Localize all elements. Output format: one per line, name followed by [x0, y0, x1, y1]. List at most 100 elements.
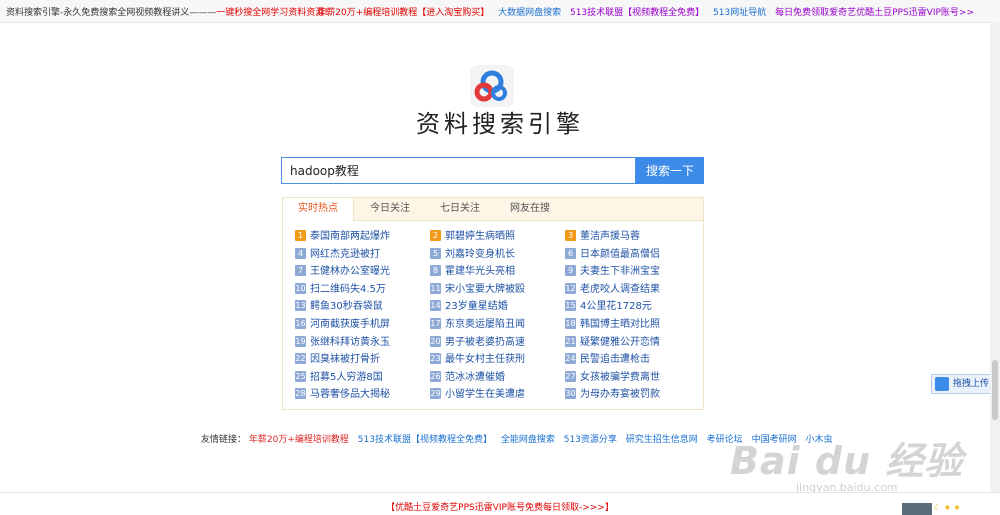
hot-rank-badge: 20 — [430, 335, 441, 347]
hot-item[interactable]: 1 泰国南部两起爆炸 — [295, 228, 430, 245]
search-input[interactable] — [282, 158, 628, 183]
hot-item[interactable]: 28 马蓉奢侈品大揭秘 — [295, 386, 430, 403]
hot-item[interactable]: 15 4公里花1728元 — [565, 298, 700, 315]
hot-item-label: 郭碧婷生病晒照 — [445, 231, 515, 242]
friend-label: 友情链接： — [201, 435, 247, 445]
hot-item-label: 马蓉奢侈品大揭秘 — [310, 389, 390, 401]
hot-rank-badge: 4 — [295, 247, 306, 259]
hot-item[interactable]: 18 韩国博主晒对比照 — [565, 316, 700, 333]
hot-item[interactable]: 3 董洁声援马蓉 — [565, 228, 700, 245]
hot-rank-badge: 11 — [430, 282, 441, 294]
baidu-jingyan-watermark: Bai du 经验 jingyan.baidu.com — [730, 430, 990, 494]
hot-item[interactable]: 25 招募5人穷游8国 — [295, 369, 430, 386]
tab-seven-days[interactable]: 七日关注 — [425, 198, 495, 220]
friend-link[interactable]: 513资源分享 — [564, 435, 617, 445]
hot-rank-badge: 30 — [565, 388, 576, 400]
hot-item-label: 韩国博主晒对比照 — [580, 319, 660, 330]
hot-rank-badge: 10 — [295, 282, 306, 294]
hot-item-label: 因臭袜被打骨折 — [310, 354, 380, 366]
hot-item-label: 男子被老婆扔高速 — [445, 336, 525, 348]
hot-item-label: 招募5人穷游8国 — [310, 371, 383, 383]
hot-item[interactable]: 22 因臭袜被打骨折 — [295, 351, 430, 368]
hot-item-label: 夫妻生下非洲宝宝 — [580, 266, 660, 278]
hot-item[interactable]: 29 小留学生在美遭虐 — [430, 386, 565, 403]
hot-item-label: 疑繁健雅公开恋情 — [580, 336, 660, 348]
hot-item[interactable]: 8 霍建华光头亮相 — [430, 263, 565, 280]
hot-item[interactable]: 6 日本颜值最高僧侣 — [565, 246, 700, 263]
hot-item-label: 扫二维码失4.5万 — [310, 283, 386, 295]
hot-item-label: 老虎咬人调查结果 — [580, 283, 660, 295]
hot-item-label: 张继科拜访黄永玉 — [310, 336, 390, 348]
hot-item[interactable]: 5 刘嘉玲变身机长 — [430, 246, 565, 263]
hot-item[interactable]: 17 东京奥运屡陷丑闻 — [430, 316, 565, 333]
hot-item[interactable]: 19 张继科拜访黄永玉 — [295, 334, 430, 351]
hot-item-label: 女孩被骗学费离世 — [580, 371, 660, 383]
hot-item[interactable]: 9 夫妻生下非洲宝宝 — [565, 263, 700, 280]
bottom-divider — [0, 492, 1000, 493]
bottom-vip-link[interactable]: 【优酷土豆爱奇艺PPS迅雷VIP账号免费每日领取->>>】 — [0, 500, 1000, 513]
hot-item[interactable]: 11 宋小宝要大牌被殴 — [430, 281, 565, 298]
friend-link[interactable]: 全能网盘搜索 — [501, 435, 555, 445]
hot-item-label: 东京奥运屡陷丑闻 — [445, 319, 525, 330]
hot-item[interactable]: 24 民警追击遭枪击 — [565, 351, 700, 368]
friend-link[interactable]: 年薪20万+编程培训教程 — [249, 435, 349, 445]
hot-rank-badge: 17 — [430, 318, 441, 329]
hot-item[interactable]: 14 23岁童星结婚 — [430, 298, 565, 315]
hot-rank-badge: 22 — [295, 353, 306, 365]
hot-item[interactable]: 13 鳄鱼30秒吞袋鼠 — [295, 298, 430, 315]
hot-item[interactable]: 10 扫二维码失4.5万 — [295, 281, 430, 298]
hot-item[interactable]: 7 王健林办公室曝光 — [295, 263, 430, 280]
top-link-vip[interactable]: 每日免费领取爱奇艺优酷土豆PPS迅雷VIP账号>> — [775, 8, 974, 18]
hot-item-label: 最牛女村主任获刑 — [445, 354, 525, 366]
hot-rank-badge: 29 — [430, 388, 441, 400]
top-link-513-union[interactable]: 513技术联盟【视频教程全免费】 — [570, 8, 704, 18]
hot-item-label: 泰国南部两起爆炸 — [310, 231, 390, 242]
upload-label: 拖拽上传 — [953, 379, 990, 389]
hot-item-label: 刘嘉玲变身机长 — [445, 248, 515, 260]
scrollbar-thumb[interactable] — [992, 360, 998, 420]
hot-item-label: 小留学生在美遭虐 — [445, 389, 525, 401]
hot-rank-badge: 16 — [295, 318, 306, 329]
hot-item[interactable]: 27 女孩被骗学费离世 — [565, 369, 700, 386]
scrollbar-track[interactable] — [990, 22, 1000, 492]
hot-item-label: 宋小宝要大牌被殴 — [445, 283, 525, 295]
hot-item[interactable]: 2 郭碧婷生病晒照 — [430, 228, 565, 245]
hot-rank-badge: 13 — [295, 300, 306, 312]
friend-link[interactable]: 研究生招生信息网 — [626, 435, 698, 445]
tab-today[interactable]: 今日关注 — [355, 198, 425, 220]
hot-rank-badge: 21 — [565, 335, 576, 347]
hot-rank-badge: 15 — [565, 300, 576, 312]
top-links: 年薪20万+编程培训教程【进入淘宝购买】 大数据网盘搜索 513技术联盟【视频教… — [311, 5, 974, 18]
hot-item[interactable]: 20 男子被老婆扔高速 — [430, 334, 565, 351]
hot-rank-badge: 8 — [430, 265, 441, 277]
logo-icon — [470, 65, 514, 107]
drag-upload-button[interactable]: 拖拽上传 — [931, 374, 999, 394]
hot-rank-badge: 1 — [295, 230, 306, 241]
hot-rank-badge: 3 — [565, 230, 576, 241]
tab-netizens-search[interactable]: 网友在搜 — [495, 198, 565, 220]
friend-link[interactable]: 513技术联盟【视频教程全免费】 — [358, 435, 492, 445]
search-button[interactable]: 搜索一下 — [636, 157, 704, 184]
hot-item[interactable]: 12 老虎咬人调查结果 — [565, 281, 700, 298]
hot-item[interactable]: 21 疑繁健雅公开恋情 — [565, 334, 700, 351]
top-link-513-nav[interactable]: 513网址导航 — [713, 8, 766, 18]
tab-realtime-hot[interactable]: 实时热点 — [283, 198, 354, 221]
hot-item[interactable]: 23 最牛女村主任获刑 — [430, 351, 565, 368]
top-link-training[interactable]: 年薪20万+编程培训教程【进入淘宝购买】 — [317, 8, 489, 18]
hot-item[interactable]: 30 为母办寿宴被罚款 — [565, 386, 700, 403]
hot-item-label: 4公里花1728元 — [580, 301, 652, 313]
upload-icon — [935, 377, 949, 391]
hot-rank-badge: 5 — [430, 247, 441, 259]
hot-item[interactable]: 26 范冰冰遭催婚 — [430, 369, 565, 386]
hot-rank-badge: 2 — [430, 230, 441, 241]
hot-rank-badge: 26 — [430, 370, 441, 382]
hot-item[interactable]: 16 河南截获废手机屏 — [295, 316, 430, 333]
hot-item[interactable]: 4 网红杰克逊被打 — [295, 246, 430, 263]
hot-item-label: 董洁声援马蓉 — [580, 231, 640, 242]
hot-tabs: 实时热点 今日关注 七日关注 网友在搜 — [283, 198, 703, 221]
top-bar: 资料搜索引擎-永久免费搜索全网视频教程讲义———一键秒搜全网学习资料资源! 年薪… — [0, 0, 1000, 23]
hot-item-label: 河南截获废手机屏 — [310, 319, 390, 330]
top-link-pan-search[interactable]: 大数据网盘搜索 — [498, 8, 561, 18]
search-box — [281, 157, 636, 184]
watermark-title: Bai du 经验 — [730, 439, 964, 483]
